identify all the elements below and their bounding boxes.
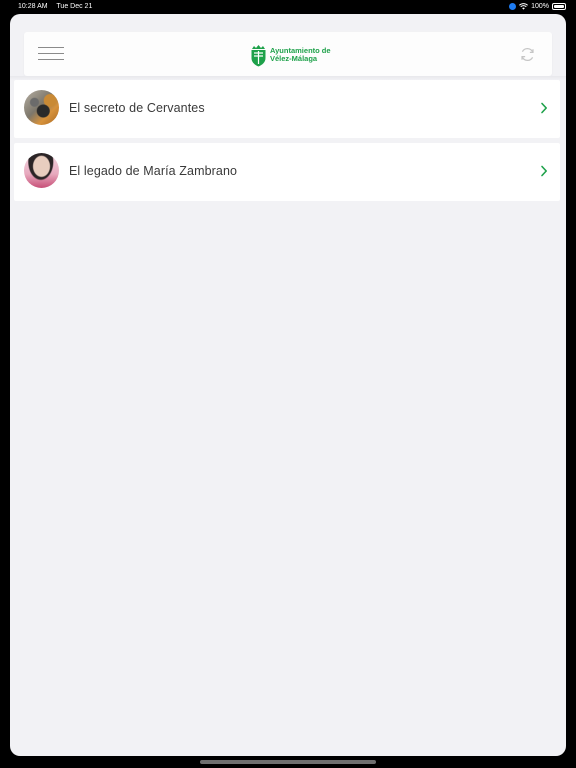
app-window: Ayuntamiento de Vélez-Málaga El secreto … (10, 14, 566, 756)
status-time: 10:28 AM (18, 3, 48, 10)
list-item[interactable]: El secreto de Cervantes (14, 80, 560, 138)
location-icon (509, 3, 517, 10)
logo-line-2: Vélez-Málaga (270, 54, 318, 63)
status-bar: 10:28 AM Tue Dec 21 100% (0, 0, 576, 14)
status-date: Tue Dec 21 (56, 3, 93, 10)
battery-icon (552, 3, 566, 10)
nav-bar: Ayuntamiento de Vélez-Málaga (24, 32, 552, 76)
avatar (24, 90, 59, 125)
status-left: 10:28 AM Tue Dec 21 (18, 3, 99, 10)
hamburger-menu-icon[interactable] (38, 46, 64, 62)
list-item[interactable]: El legado de María Zambrano (14, 143, 560, 201)
chevron-right-icon[interactable] (540, 165, 548, 177)
avatar (24, 153, 59, 188)
logo-text: Ayuntamiento de Vélez-Málaga (270, 47, 331, 63)
route-list: El secreto de Cervantes El legado de Mar… (14, 80, 560, 206)
list-item-label: El secreto de Cervantes (69, 101, 205, 115)
list-item-label: El legado de María Zambrano (69, 164, 238, 178)
crest-icon (251, 44, 266, 66)
status-right: 100% (509, 3, 566, 10)
chevron-right-icon[interactable] (540, 102, 548, 114)
refresh-icon[interactable] (519, 46, 536, 63)
battery-percent: 100% (531, 3, 549, 10)
home-indicator[interactable] (200, 760, 376, 764)
wifi-icon (519, 3, 529, 10)
municipality-logo: Ayuntamiento de Vélez-Málaga (250, 43, 331, 67)
